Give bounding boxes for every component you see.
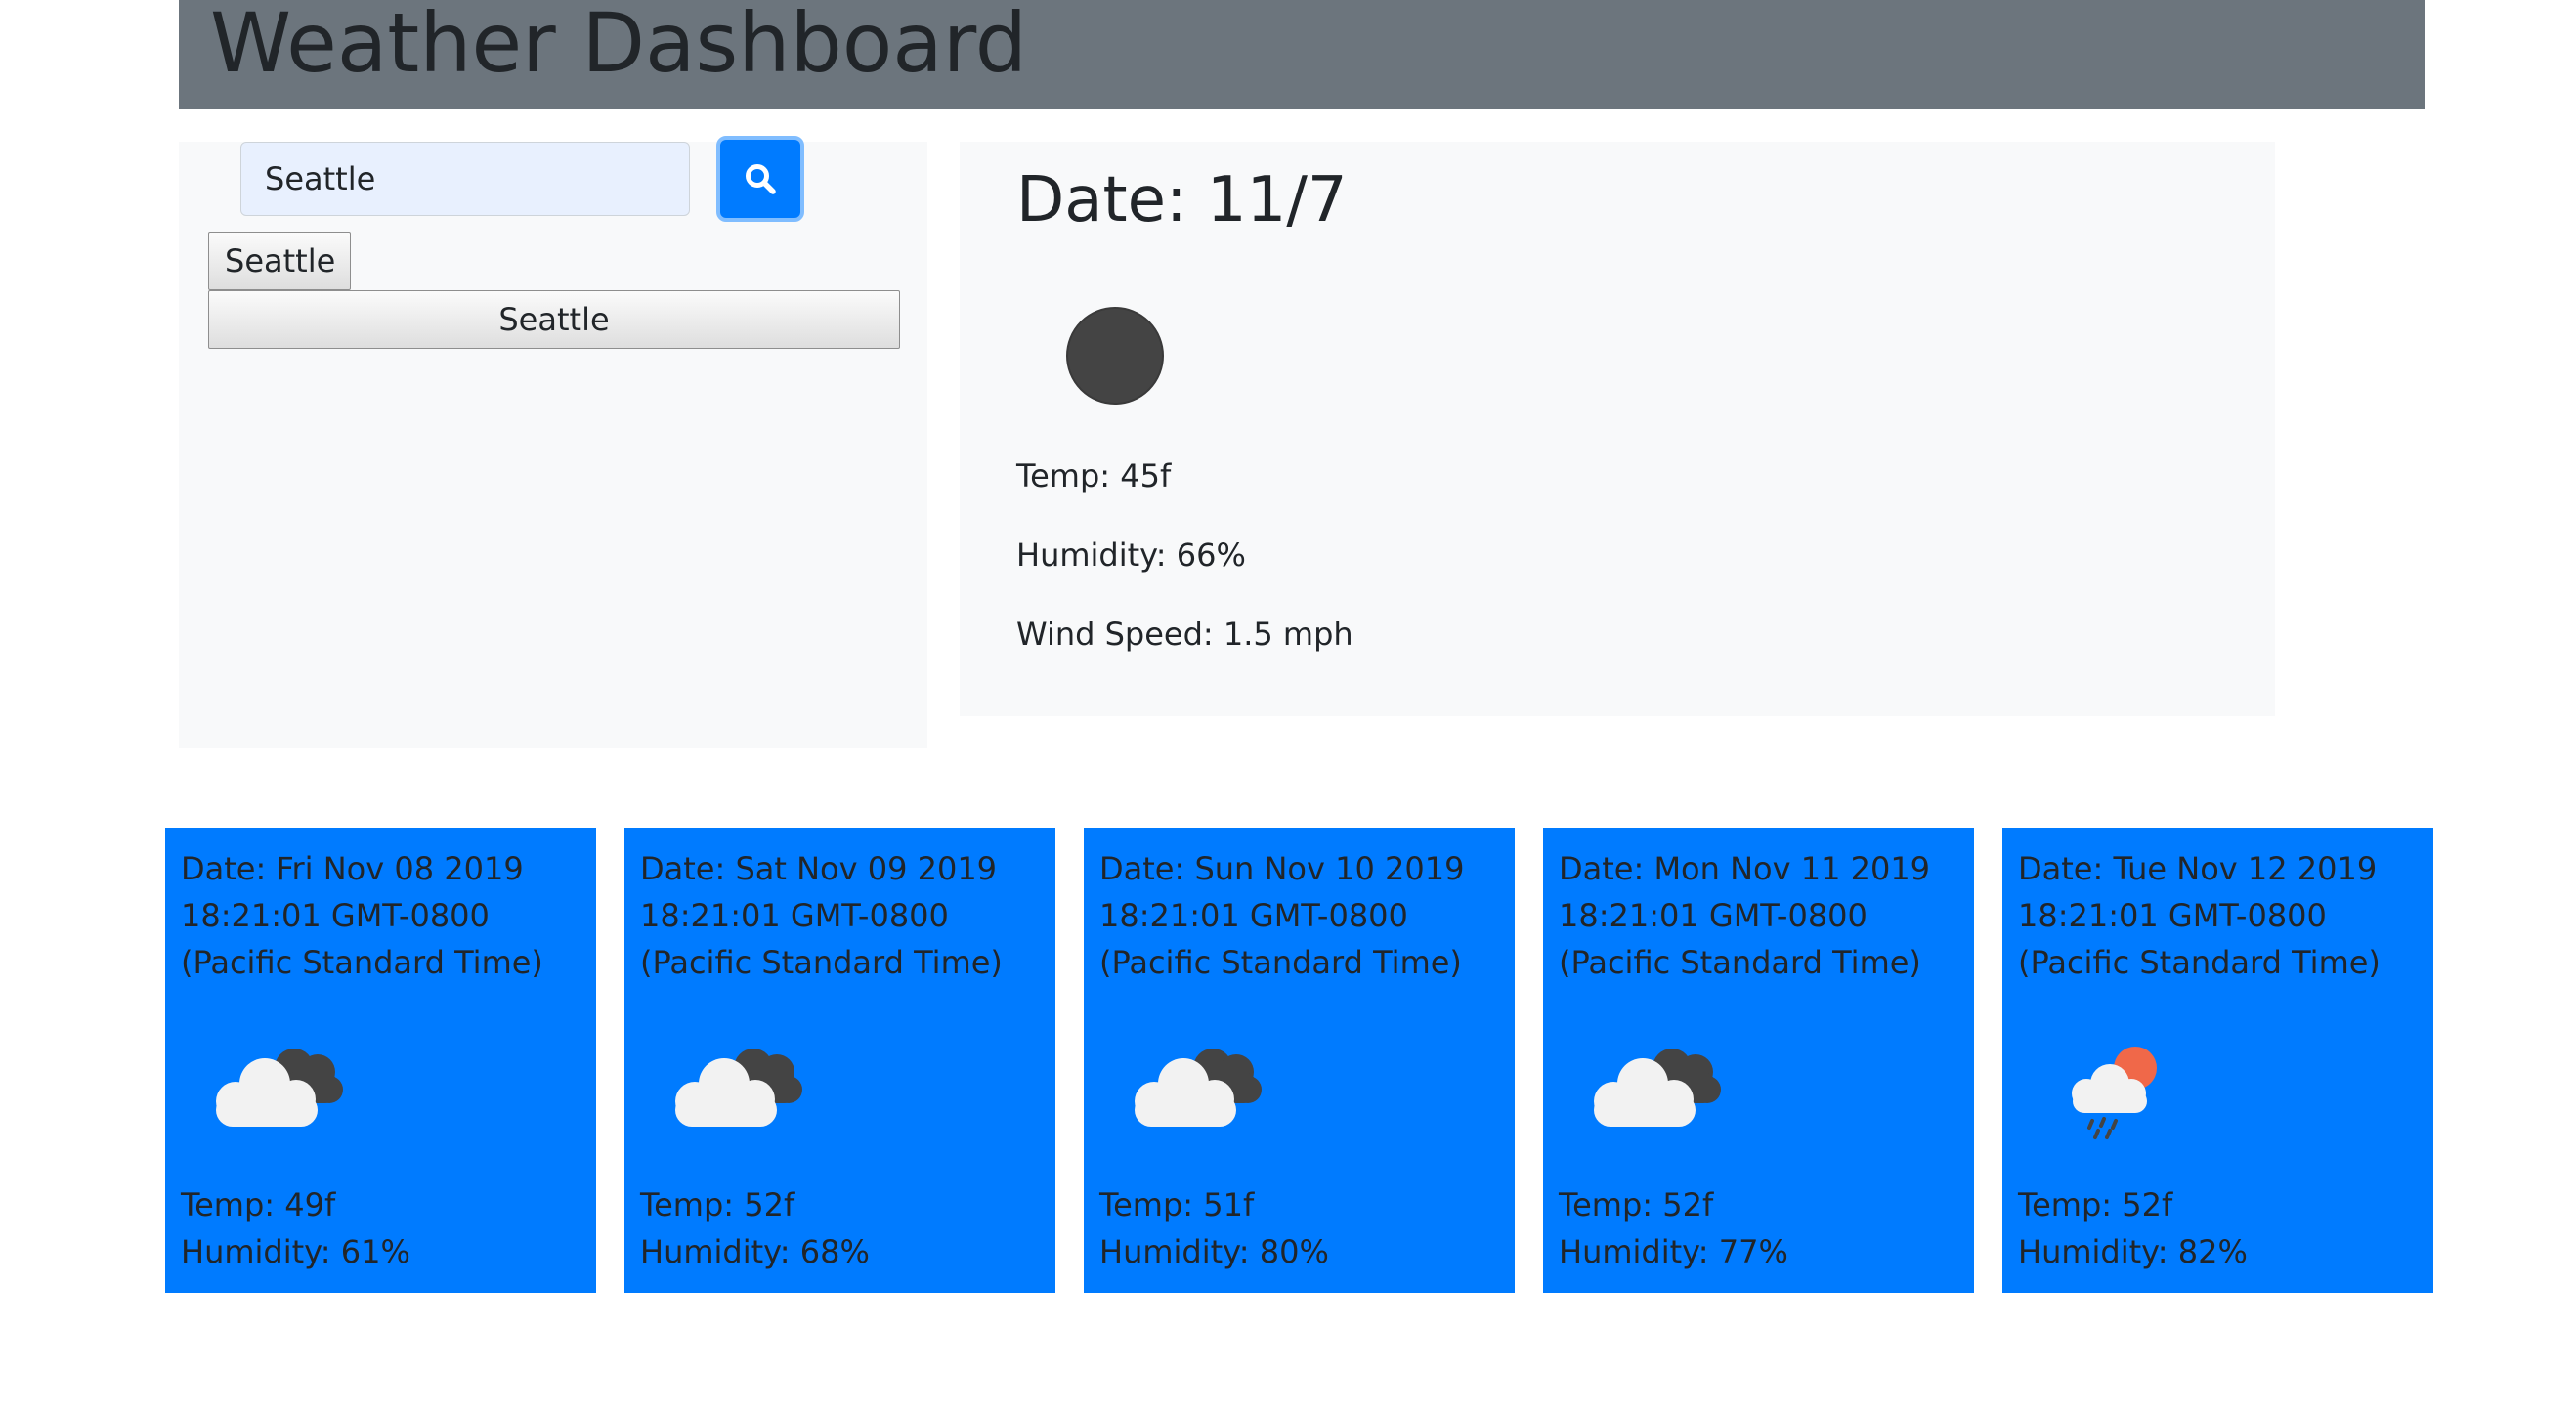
forecast-card: Date: Tue Nov 12 2019 18:21:01 GMT-0800 …	[2002, 828, 2433, 1293]
forecast-temp: Temp: 49f	[181, 1186, 336, 1223]
current-date: Date: 11/7	[1016, 164, 1348, 236]
forecast-date: Date: Sun Nov 10 2019 18:21:01 GMT-0800 …	[1099, 850, 1465, 981]
search-icon	[746, 164, 776, 194]
forecast-date: Date: Fri Nov 08 2019 18:21:01 GMT-0800 …	[181, 850, 543, 981]
history-button[interactable]: Seattle	[208, 232, 351, 290]
rain-sun-icon	[2072, 1047, 2157, 1139]
forecast-card: Date: Sun Nov 10 2019 18:21:01 GMT-0800 …	[1084, 828, 1515, 1293]
header-bar: Weather Dashboard	[179, 0, 2425, 109]
forecast-card: Date: Fri Nov 08 2019 18:21:01 GMT-0800 …	[165, 828, 596, 1293]
broken-clouds-icon	[675, 1049, 802, 1127]
forecast-card: Date: Mon Nov 11 2019 18:21:01 GMT-0800 …	[1543, 828, 1974, 1293]
forecast-temp: Temp: 52f	[1559, 1186, 1714, 1223]
forecast-humidity: Humidity: 68%	[640, 1233, 870, 1270]
forecast-humidity: Humidity: 61%	[181, 1233, 410, 1270]
forecast-card: Date: Sat Nov 09 2019 18:21:01 GMT-0800 …	[624, 828, 1055, 1293]
forecast-humidity: Humidity: 80%	[1099, 1233, 1329, 1270]
forecast-temp: Temp: 52f	[2018, 1186, 2173, 1223]
current-wind-speed: Wind Speed: 1.5 mph	[1016, 616, 1353, 653]
moon-icon	[1066, 307, 1164, 405]
forecast-temp: Temp: 51f	[1099, 1186, 1255, 1223]
forecast-temp: Temp: 52f	[640, 1186, 795, 1223]
broken-clouds-icon	[1135, 1049, 1262, 1127]
current-humidity: Humidity: 66%	[1016, 536, 1246, 574]
forecast-date: Date: Mon Nov 11 2019 18:21:01 GMT-0800 …	[1559, 850, 1931, 981]
search-input[interactable]	[240, 142, 690, 216]
forecast-date: Date: Sat Nov 09 2019 18:21:01 GMT-0800 …	[640, 850, 1003, 981]
page-title: Weather Dashboard	[210, 0, 1028, 91]
broken-clouds-icon	[216, 1049, 343, 1127]
forecast-date: Date: Tue Nov 12 2019 18:21:01 GMT-0800 …	[2018, 850, 2381, 981]
search-button[interactable]	[716, 136, 804, 222]
forecast-humidity: Humidity: 82%	[2018, 1233, 2248, 1270]
broken-clouds-icon	[1594, 1049, 1721, 1127]
current-temp: Temp: 45f	[1016, 457, 1172, 494]
history-button[interactable]: Seattle	[208, 290, 900, 349]
current-weather-panel: Date: 11/7 Temp: 45f Humidity: 66% Wind …	[960, 142, 2275, 716]
search-sidebar: Seattle Seattle	[179, 136, 927, 748]
forecast-humidity: Humidity: 77%	[1559, 1233, 1788, 1270]
